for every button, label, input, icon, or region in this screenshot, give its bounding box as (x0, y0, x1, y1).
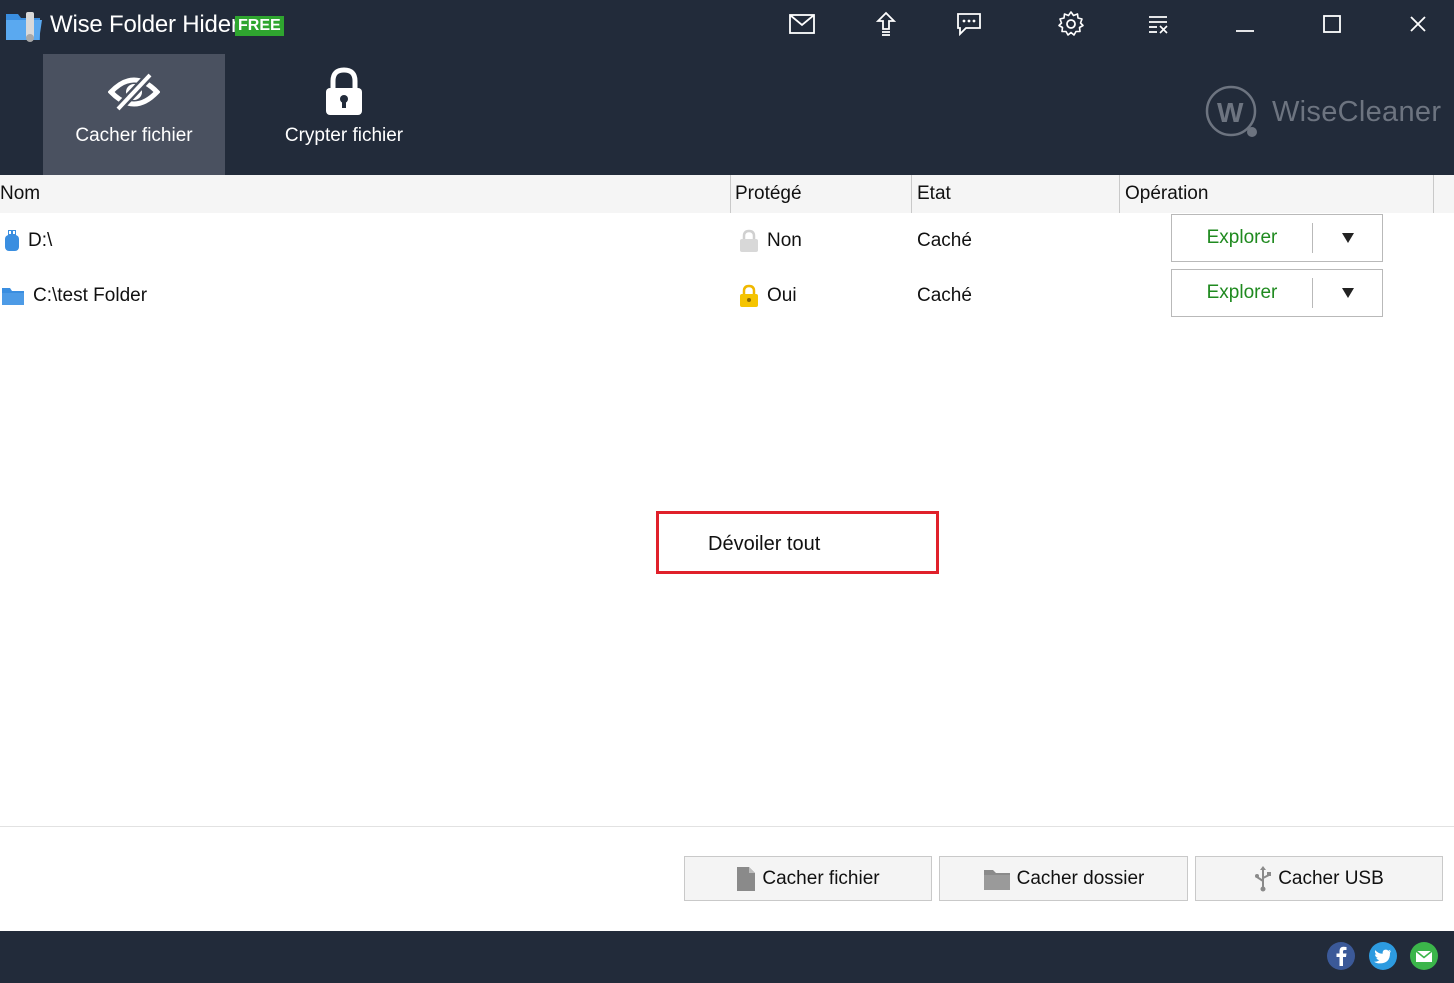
hide-folder-label: Cacher dossier (1016, 867, 1145, 889)
menu-icon[interactable] (1142, 8, 1174, 40)
row-operation-group: Explorer (1171, 214, 1383, 262)
title-bar: Wise Folder Hider FREE Cacher fichier Cr… (0, 0, 1454, 175)
dropdown-arrow-icon (1341, 288, 1354, 298)
row-name: D:\ (28, 229, 53, 251)
upgrade-icon[interactable] (870, 8, 902, 40)
tab-hide-file[interactable]: Cacher fichier (43, 54, 225, 175)
table-header: Nom Protégé Etat Opération (0, 175, 1454, 213)
explore-button[interactable]: Explorer (1172, 270, 1312, 316)
app-logo-icon (4, 8, 44, 44)
column-header-name[interactable]: Nom (0, 175, 40, 213)
brand-name: WiseCleaner (1272, 95, 1442, 128)
table-row[interactable]: C:\test Folder Oui Caché Explorer (0, 268, 1454, 323)
row-name: C:\test Folder (33, 284, 148, 306)
unhide-all-label: Dévoiler tout (708, 533, 821, 555)
wisecleaner-logo-icon: W (1205, 85, 1257, 137)
email-icon[interactable] (1410, 942, 1438, 970)
maximize-icon[interactable] (1316, 8, 1348, 40)
dropdown-arrow-icon (1341, 233, 1354, 243)
row-state: Caché (917, 284, 972, 306)
tab-label: Crypter fichier (284, 125, 404, 146)
lock-open-gray-icon (739, 229, 759, 253)
lock-yellow-icon (739, 284, 759, 308)
usb-icon (1254, 865, 1272, 892)
tab-encrypt-file[interactable]: Crypter fichier (253, 54, 435, 175)
table-row[interactable]: D:\ Non Caché Explorer (0, 213, 1454, 268)
app-title: Wise Folder Hider (50, 11, 239, 38)
tab-label: Cacher fichier (75, 125, 193, 146)
column-separator[interactable] (1433, 175, 1434, 213)
operation-dropdown-button[interactable] (1313, 270, 1382, 316)
hide-file-label: Cacher fichier (762, 867, 880, 889)
usb-drive-icon (4, 229, 20, 253)
hide-folder-button[interactable]: Cacher dossier (939, 856, 1188, 901)
facebook-icon[interactable] (1327, 942, 1355, 970)
row-state: Caché (917, 229, 972, 251)
hide-usb-label: Cacher USB (1278, 867, 1384, 889)
mail-icon[interactable] (786, 8, 818, 40)
operation-dropdown-button[interactable] (1313, 215, 1382, 261)
divider (0, 826, 1454, 827)
folder-icon (1, 286, 25, 306)
column-header-operation[interactable]: Opération (1125, 175, 1208, 213)
column-header-protected[interactable]: Protégé (735, 175, 802, 213)
svg-text:W: W (1217, 97, 1244, 128)
free-badge: FREE (235, 16, 284, 36)
explore-button[interactable]: Explorer (1172, 215, 1312, 261)
file-icon (736, 866, 756, 892)
minimize-icon[interactable] (1229, 8, 1261, 40)
eye-slash-icon (108, 68, 160, 116)
settings-icon[interactable] (1055, 8, 1087, 40)
hide-usb-button[interactable]: Cacher USB (1195, 856, 1443, 901)
twitter-icon[interactable] (1369, 942, 1397, 970)
wisecleaner-brand[interactable]: W WiseCleaner (1204, 84, 1441, 140)
row-operation-group: Explorer (1171, 269, 1383, 317)
folder-icon (983, 867, 1011, 891)
close-icon[interactable] (1402, 8, 1434, 40)
hide-file-button[interactable]: Cacher fichier (684, 856, 932, 901)
row-protected: Non (767, 229, 802, 251)
column-separator[interactable] (1119, 175, 1120, 213)
column-header-state[interactable]: Etat (917, 175, 951, 213)
column-separator[interactable] (730, 175, 731, 213)
feedback-icon[interactable] (953, 8, 985, 40)
row-protected: Oui (767, 284, 797, 306)
lock-icon (324, 67, 364, 116)
column-separator[interactable] (911, 175, 912, 213)
footer-bar (0, 931, 1454, 983)
unhide-all-button[interactable]: Dévoiler tout (656, 511, 939, 574)
